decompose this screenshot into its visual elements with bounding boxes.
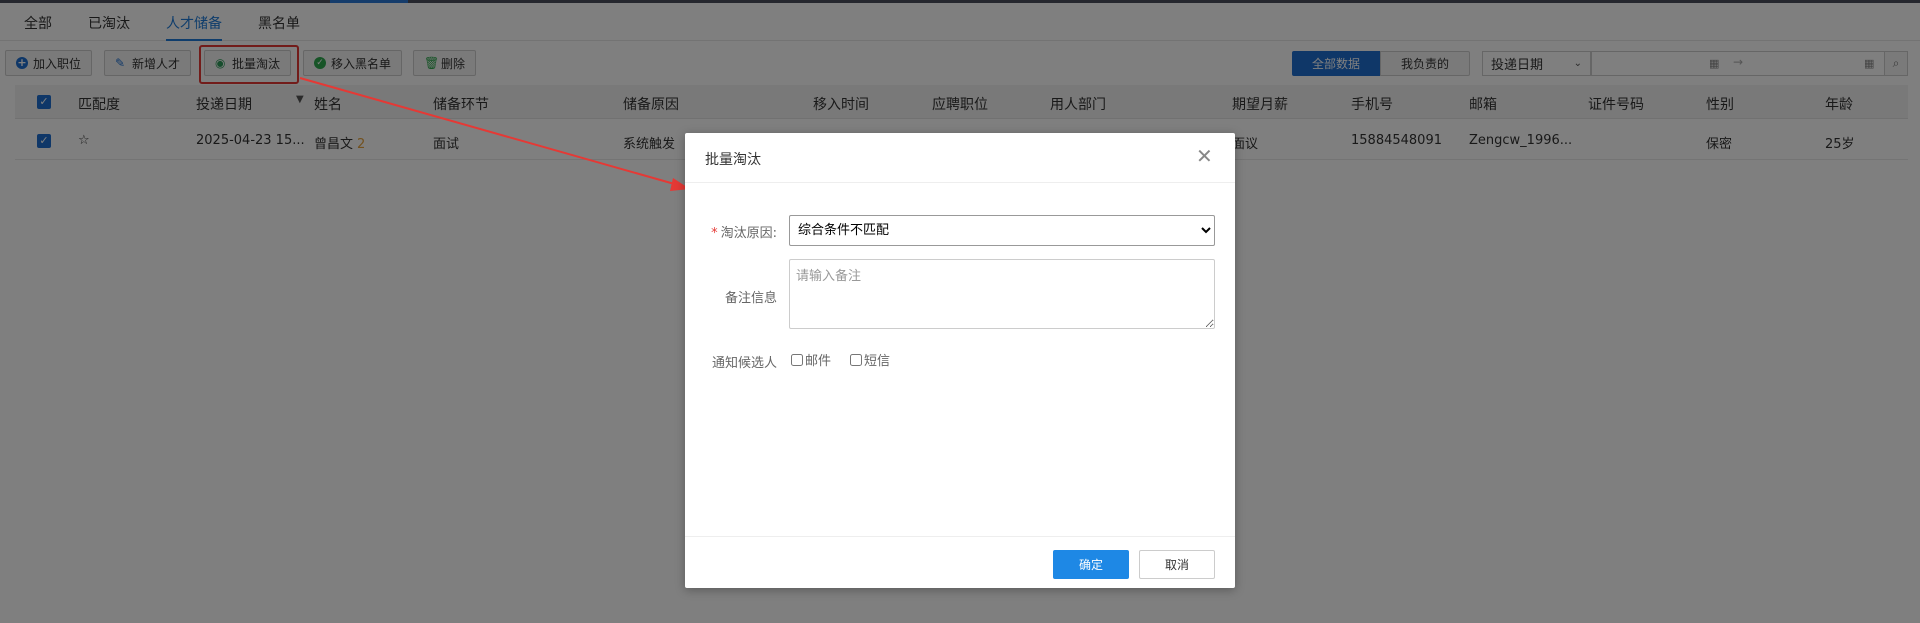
cancel-button[interactable]: 取消: [1139, 550, 1215, 579]
batch-eliminate-dialog: 批量淘汰 ✕ *淘汰原因: 综合条件不匹配 备注信息 通知候选人 邮件 短信 确…: [685, 133, 1235, 588]
required-mark: *: [711, 226, 718, 241]
notify-sms-label: 短信: [864, 354, 891, 369]
notify-email-option[interactable]: 邮件: [791, 350, 831, 369]
notify-sms-checkbox[interactable]: [850, 353, 862, 366]
reason-label-text: 淘汰原因:: [720, 226, 777, 241]
notify-email-checkbox[interactable]: [791, 353, 803, 366]
dialog-header: 批量淘汰 ✕: [685, 133, 1235, 183]
remark-textarea[interactable]: [789, 259, 1215, 329]
notify-label: 通知候选人: [711, 356, 777, 371]
notify-email-label: 邮件: [805, 354, 832, 369]
reason-select[interactable]: 综合条件不匹配: [789, 215, 1215, 246]
dialog-title: 批量淘汰: [705, 152, 761, 168]
reason-label: * 淘汰原因:: [685, 222, 777, 241]
confirm-button[interactable]: 确定: [1053, 550, 1129, 579]
remark-label: 备注信息: [724, 291, 777, 306]
close-icon[interactable]: ✕: [1196, 144, 1213, 168]
notify-sms-option[interactable]: 短信: [850, 350, 890, 369]
dialog-footer: 确定 取消: [685, 536, 1235, 588]
